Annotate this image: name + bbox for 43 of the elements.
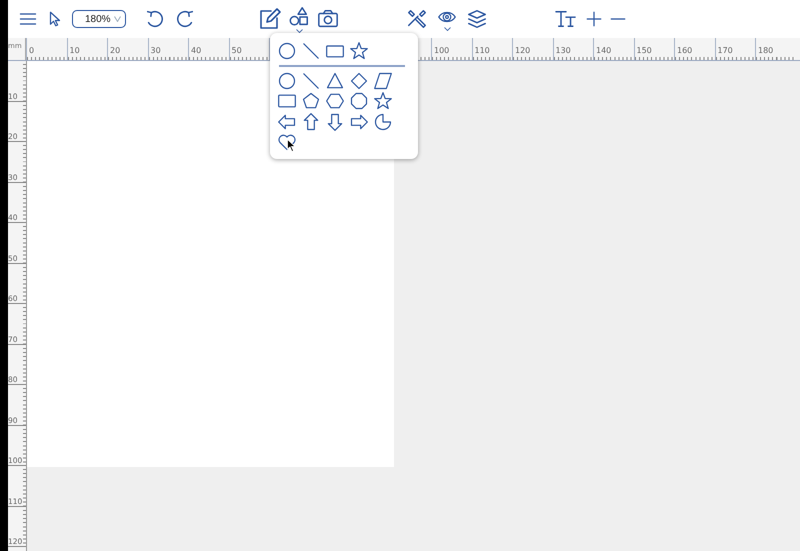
right-arrow-shape-icon[interactable]	[349, 112, 370, 132]
octagon-shape-icon[interactable]	[349, 91, 370, 111]
ruler-label: 140	[595, 45, 612, 57]
tools-icon[interactable]	[406, 8, 428, 30]
pie-shape-icon[interactable]	[373, 112, 394, 132]
edit-icon[interactable]	[258, 7, 282, 31]
ruler-label: 100	[433, 45, 450, 57]
ruler-label: 40	[190, 45, 202, 57]
ruler-label: 120	[514, 45, 530, 57]
left-arrow-shape-icon[interactable]	[277, 112, 298, 132]
camera-icon[interactable]	[316, 8, 340, 30]
caret-icon	[444, 26, 450, 30]
pentagon-shape-icon[interactable]	[301, 91, 322, 111]
caret-icon	[296, 28, 302, 32]
diamond-shape-icon[interactable]	[349, 70, 370, 90]
caret-icon	[114, 16, 121, 22]
star-shape-icon[interactable]	[373, 91, 394, 111]
ruler-label: 150	[636, 45, 652, 57]
text-size-icon[interactable]	[553, 9, 579, 29]
ruler-label: 10	[68, 45, 80, 57]
ruler-label: 170	[716, 45, 733, 57]
cursor-icon	[287, 139, 296, 152]
zoom-field[interactable]: 180%	[72, 10, 126, 28]
ruler-label: 30	[150, 45, 161, 57]
ruler-label: 130	[554, 45, 571, 57]
ruler-label: 160	[676, 45, 692, 57]
ruler-label: 20	[109, 45, 120, 57]
shapes-icon[interactable]	[288, 6, 310, 28]
plus-icon[interactable]	[585, 10, 603, 28]
ruler-label: 50	[230, 45, 242, 57]
circle-shape-icon[interactable]	[277, 41, 298, 61]
ruler-label: 110	[474, 45, 490, 57]
ruler-label: 0	[28, 45, 34, 57]
redo-icon[interactable]	[174, 8, 196, 30]
star-shape-icon[interactable]	[349, 41, 370, 61]
heart-shape-icon[interactable]	[277, 132, 298, 152]
ruler-label: 180	[757, 45, 774, 57]
parallelogram-shape-icon[interactable]	[373, 70, 394, 90]
triangle-shape-icon[interactable]	[325, 70, 346, 90]
layers-icon[interactable]	[466, 8, 488, 30]
hexagon-shape-icon[interactable]	[325, 91, 346, 111]
circle-shape-icon[interactable]	[277, 70, 298, 90]
undo-icon[interactable]	[144, 8, 166, 30]
